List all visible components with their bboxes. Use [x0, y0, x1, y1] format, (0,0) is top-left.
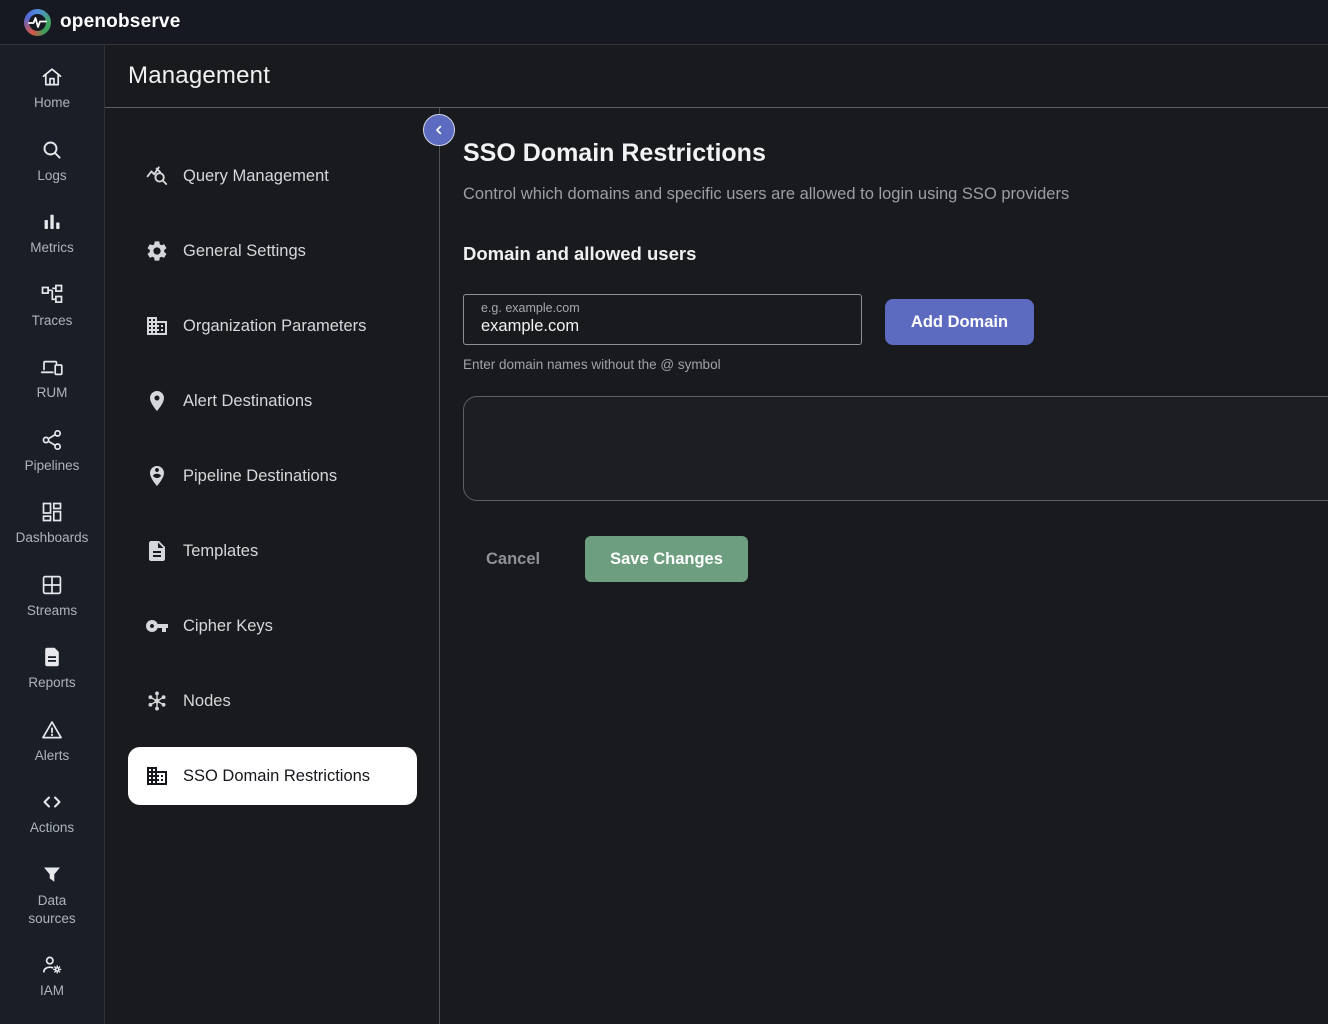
nav-label: IAM [40, 982, 64, 1000]
devices-icon [40, 355, 64, 379]
filter-funnel-icon [40, 863, 64, 887]
domain-input-value: example.com [481, 317, 861, 336]
menu-item-cipher-keys[interactable]: Cipher Keys [128, 597, 417, 655]
nav-item-alerts[interactable]: Alerts [0, 718, 104, 765]
save-changes-button[interactable]: Save Changes [585, 536, 748, 582]
menu-item-label: Cipher Keys [183, 617, 273, 636]
section-title: Domain and allowed users [463, 243, 696, 265]
topbar: openobserve [0, 0, 1328, 45]
nav-item-traces[interactable]: Traces [0, 283, 104, 330]
menu-item-label: Nodes [183, 692, 231, 711]
person-pin-icon [145, 464, 169, 488]
hub-nodes-icon [145, 689, 169, 713]
home-icon [40, 65, 64, 89]
content-subtitle: Control which domains and specific users… [463, 185, 1069, 204]
page-title: Management [128, 62, 270, 90]
file-lines-icon [145, 539, 169, 563]
collapse-panel-button[interactable] [423, 114, 455, 146]
menu-item-organization-parameters[interactable]: Organization Parameters [128, 297, 417, 355]
nav-item-dashboards[interactable]: Dashboards [0, 500, 104, 547]
pulse-icon [24, 9, 51, 36]
nav-item-streams[interactable]: Streams [0, 573, 104, 620]
user-gear-icon [40, 953, 64, 977]
nav-label: Pipelines [25, 457, 80, 475]
gear-icon [145, 239, 169, 263]
building-icon [145, 314, 169, 338]
code-brackets-icon [40, 790, 64, 814]
nav-label: Metrics [30, 239, 74, 257]
nav-label: Streams [27, 602, 77, 620]
schema-icon [40, 283, 64, 307]
warning-triangle-icon [40, 718, 64, 742]
nav-item-metrics[interactable]: Metrics [0, 210, 104, 257]
menu-item-label: Organization Parameters [183, 317, 366, 336]
menu-item-label: Alert Destinations [183, 392, 312, 411]
menu-item-sso-domain-restrictions[interactable]: SSO Domain Restrictions [128, 747, 417, 805]
logo-text: openobserve [60, 11, 180, 33]
page-header: Management [105, 45, 1328, 108]
openobserve-app: openobserve Home Logs Metrics [0, 0, 1328, 1024]
nav-item-actions[interactable]: Actions [0, 790, 104, 837]
menu-item-pipeline-destinations[interactable]: Pipeline Destinations [128, 447, 417, 505]
nav-label: RUM [37, 384, 68, 402]
nav-label: Home [34, 94, 70, 112]
menu-item-label: Templates [183, 542, 258, 561]
menu-item-label: Query Management [183, 167, 329, 186]
document-icon [40, 645, 64, 669]
menu-item-alert-destinations[interactable]: Alert Destinations [128, 372, 417, 430]
query-stats-icon [145, 164, 169, 188]
nav-label: Reports [28, 674, 75, 692]
building-icon [145, 764, 169, 788]
nav-item-data-sources[interactable]: Data sources [0, 863, 104, 927]
content-title: SSO Domain Restrictions [463, 139, 766, 168]
location-pin-icon [145, 389, 169, 413]
nav-label: Traces [32, 312, 73, 330]
menu-item-label: Pipeline Destinations [183, 467, 337, 486]
cancel-button[interactable]: Cancel [484, 545, 542, 573]
nav-label: Data sources [17, 892, 87, 927]
search-icon [40, 138, 64, 162]
nav-label: Actions [30, 819, 74, 837]
settings-menu: Query Management General Settings Organi… [105, 108, 440, 1024]
left-nav-rail: Home Logs Metrics Traces [0, 45, 105, 1024]
menu-item-query-management[interactable]: Query Management [128, 147, 417, 205]
domain-helper-text: Enter domain names without the @ symbol [463, 357, 721, 372]
menu-item-label: SSO Domain Restrictions [183, 767, 370, 786]
domain-input[interactable]: e.g. example.com example.com [463, 294, 862, 345]
key-icon [145, 614, 169, 638]
menu-item-templates[interactable]: Templates [128, 522, 417, 580]
dashboard-icon [40, 500, 64, 524]
allowed-users-box[interactable] [463, 396, 1328, 501]
nav-label: Dashboards [16, 529, 89, 547]
nav-label: Logs [37, 167, 66, 185]
openobserve-logo-icon[interactable] [24, 9, 51, 36]
menu-item-nodes[interactable]: Nodes [128, 672, 417, 730]
menu-item-label: General Settings [183, 242, 306, 261]
chevron-left-icon [431, 122, 447, 138]
nav-item-rum[interactable]: RUM [0, 355, 104, 402]
nav-item-home[interactable]: Home [0, 65, 104, 112]
menu-item-general-settings[interactable]: General Settings [128, 222, 417, 280]
bar-chart-icon [40, 210, 64, 234]
add-domain-button[interactable]: Add Domain [885, 299, 1034, 345]
nav-label: Alerts [35, 747, 70, 765]
nav-item-pipelines[interactable]: Pipelines [0, 428, 104, 475]
nav-item-logs[interactable]: Logs [0, 138, 104, 185]
share-icon [40, 428, 64, 452]
domain-input-label: e.g. example.com [481, 301, 861, 315]
nav-item-reports[interactable]: Reports [0, 645, 104, 692]
nav-item-iam[interactable]: IAM [0, 953, 104, 1000]
grid-table-icon [40, 573, 64, 597]
